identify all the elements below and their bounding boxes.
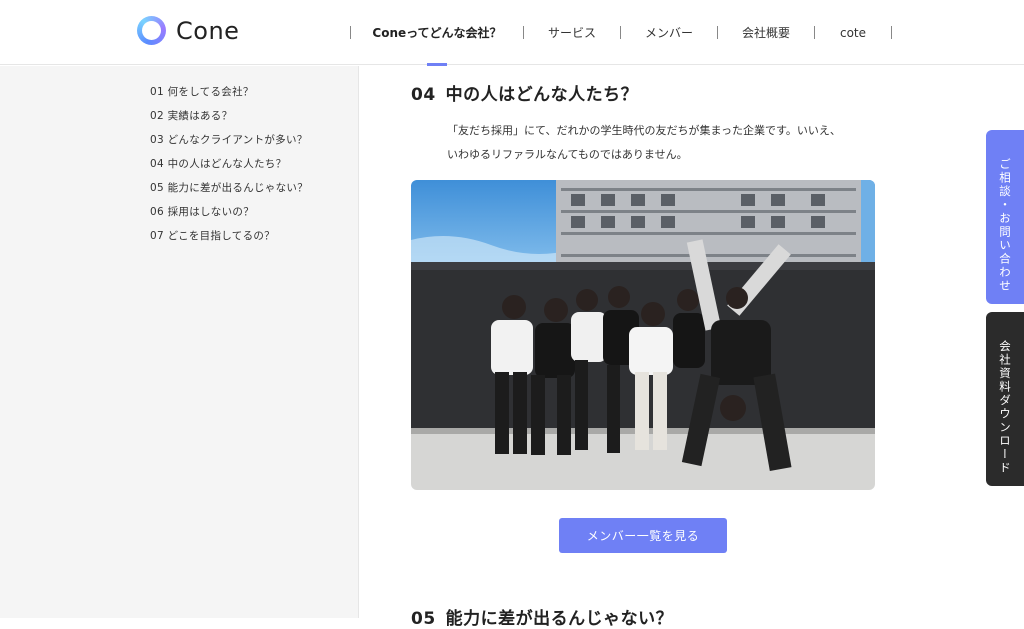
nav-item-label: 会社概要 <box>741 26 790 40</box>
toc-item[interactable]: 07 どこを目指してるの？ <box>150 228 308 252</box>
logo-text: Cone <box>176 16 240 45</box>
nav-item-label: Coneってどんな会社？ <box>372 26 502 40</box>
section-heading: 中の人はどんな人たち？ <box>445 85 639 105</box>
nav-item-company[interactable]: 会社概要 <box>718 0 814 65</box>
nav-item-about[interactable]: Coneってどんな会社？ <box>351 0 523 66</box>
view-members-button-label: メンバー一覧を見る <box>586 529 700 543</box>
nav-item-cote[interactable]: cote <box>815 0 891 65</box>
toc-item[interactable]: 04 中の人はどんな人たち？ <box>150 156 308 180</box>
body-line: 「友だち採用」にて、だれかの学生時代の友だちが集まった企業です。いいえ、 <box>447 124 841 137</box>
section-heading: 能力に差が出るんじゃない？ <box>445 609 674 629</box>
toc-item[interactable]: 01 何をしてる会社？ <box>150 84 308 108</box>
main-nav: Coneってどんな会社？ サービス メンバー 会社概要 cote <box>350 0 892 66</box>
toc-sidebar: 01 何をしてる会社？ 02 実績はある？ 03 どんなクライアントが多い？ 0… <box>0 66 359 618</box>
team-photo <box>411 180 875 490</box>
nav-separator <box>891 26 892 39</box>
toc-item[interactable]: 05 能力に差が出るんじゃない？ <box>150 180 308 204</box>
active-indicator <box>427 63 447 66</box>
next-section-title: 05 能力に差が出るんじゃない？ <box>411 604 673 629</box>
logo-ring-icon <box>137 16 166 45</box>
nav-item-label: cote <box>839 25 867 40</box>
toc-item[interactable]: 06 採用はしないの？ <box>150 204 308 228</box>
body-line: いわゆるリファラルなんてものではありません。 <box>447 148 688 161</box>
toc-item[interactable]: 03 どんなクライアントが多い？ <box>150 132 308 156</box>
nav-item-label: メンバー <box>644 26 693 40</box>
download-materials-tab[interactable]: 会社資料ダウンロード <box>986 312 1024 486</box>
nav-item-label: サービス <box>547 26 596 40</box>
nav-item-service[interactable]: サービス <box>524 0 620 65</box>
site-header: Cone Coneってどんな会社？ サービス メンバー 会社概要 cote <box>0 0 1024 66</box>
contact-tab[interactable]: ご相談・お問い合わせ <box>986 130 1024 304</box>
section-body: 「友だち採用」にて、だれかの学生時代の友だちが集まった企業です。いいえ、 いわゆ… <box>447 119 877 167</box>
toc-list: 01 何をしてる会社？ 02 実績はある？ 03 どんなクライアントが多い？ 0… <box>150 84 308 252</box>
section-title: 04 中の人はどんな人たち？ <box>411 80 638 105</box>
contact-tab-label: ご相談・お問い合わせ <box>998 158 1012 293</box>
section-number: 05 <box>411 609 436 629</box>
download-tab-label: 会社資料ダウンロード <box>998 340 1012 475</box>
team-photo-illustration <box>411 180 875 490</box>
toc-item[interactable]: 02 実績はある？ <box>150 108 308 132</box>
nav-item-members[interactable]: メンバー <box>621 0 717 65</box>
logo[interactable]: Cone <box>137 16 239 45</box>
section-number: 04 <box>411 85 436 105</box>
view-members-button[interactable]: メンバー一覧を見る <box>559 518 727 553</box>
